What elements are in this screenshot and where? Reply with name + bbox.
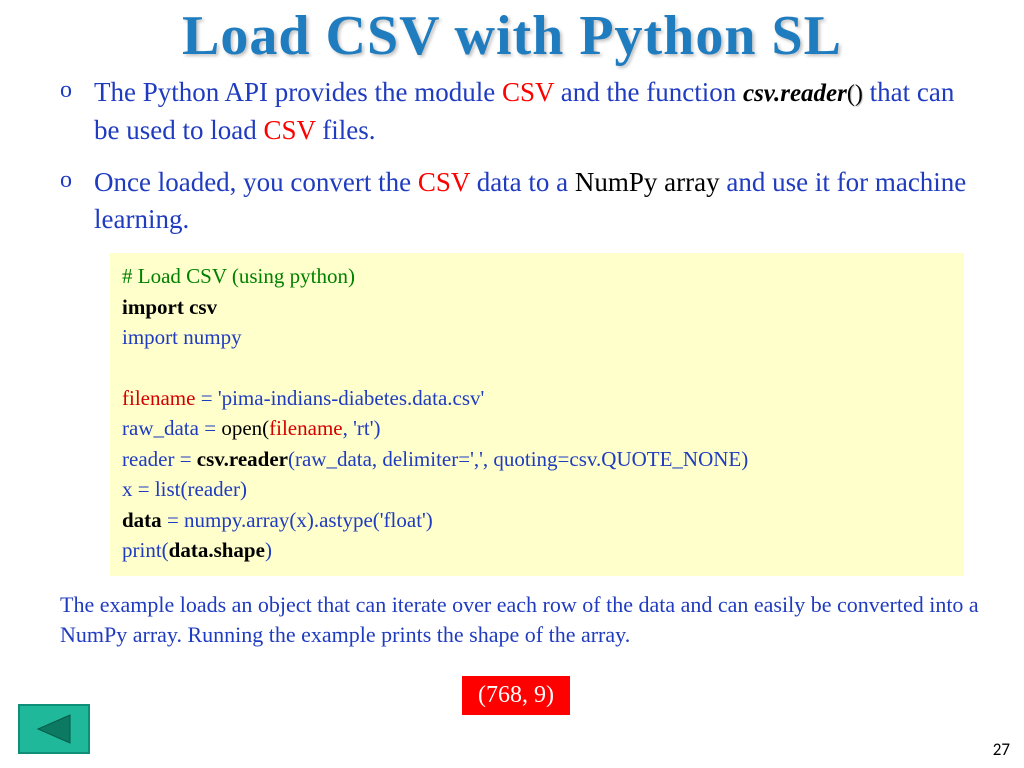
text-function-name: csv.reader [743,80,847,107]
code-block: # Load CSV (using python) import csv imp… [110,253,964,575]
code-line: raw_data = open(filename, 'rt') [122,413,952,443]
code-var: data [122,508,162,532]
bullet-text: The Python API provides the module CSV a… [94,74,984,150]
bullet-text: Once loaded, you convert the CSV data to… [94,164,984,240]
code-line: print(data.shape) [122,535,952,565]
text-keyword-csv: CSV [502,77,554,107]
code-eq: = [195,386,217,410]
bullet-item: o The Python API provides the module CSV… [60,74,984,150]
code-var: filename [269,416,342,440]
text-run: and the function [554,77,743,107]
text-parens: () [847,81,863,107]
bullet-list: o The Python API provides the module CSV… [0,68,1024,239]
code-func: print( [122,538,169,562]
output-badge: (768, 9) [462,676,570,715]
code-text: , 'rt') [343,416,381,440]
bullet-marker: o [60,164,76,240]
text-run: data to a [470,167,575,197]
text-run: Once loaded, you convert the [94,167,418,197]
code-text: reader = [122,447,197,471]
code-line: reader = csv.reader(raw_data, delimiter=… [122,444,952,474]
slide-title: Load CSV with Python SL [0,0,1024,68]
text-run: The Python API provides the module [94,77,502,107]
code-func: open( [221,416,269,440]
code-attr: data.shape [169,538,265,562]
triangle-left-icon [34,713,74,745]
text-numpy-array: NumPy array [575,167,720,197]
page-number: 27 [993,739,1010,760]
code-func: csv.reader [197,447,288,471]
code-blank-line [122,353,952,383]
code-line: data = numpy.array(x).astype('float') [122,505,952,535]
code-line: import csv [122,292,952,322]
text-keyword-csv: CSV [263,115,315,145]
text-run: files. [316,115,376,145]
code-var: filename [122,386,195,410]
code-comment: # Load CSV (using python) [122,261,952,291]
code-line: x = list(reader) [122,474,952,504]
bullet-item: o Once loaded, you convert the CSV data … [60,164,984,240]
text-keyword-csv: CSV [418,167,470,197]
code-text: ) [265,538,272,562]
code-text: = numpy.array(x).astype('float') [162,508,433,532]
back-button[interactable] [18,704,90,754]
code-line: import numpy [122,322,952,352]
caption-text: The example loads an object that can ite… [0,576,1024,652]
bullet-marker: o [60,74,76,150]
code-string: 'pima-indians-diabetes.data.csv' [218,386,484,410]
code-line: filename = 'pima-indians-diabetes.data.c… [122,383,952,413]
code-text: raw_data = [122,416,221,440]
code-text: (raw_data, delimiter=',', quoting=csv.QU… [288,447,748,471]
